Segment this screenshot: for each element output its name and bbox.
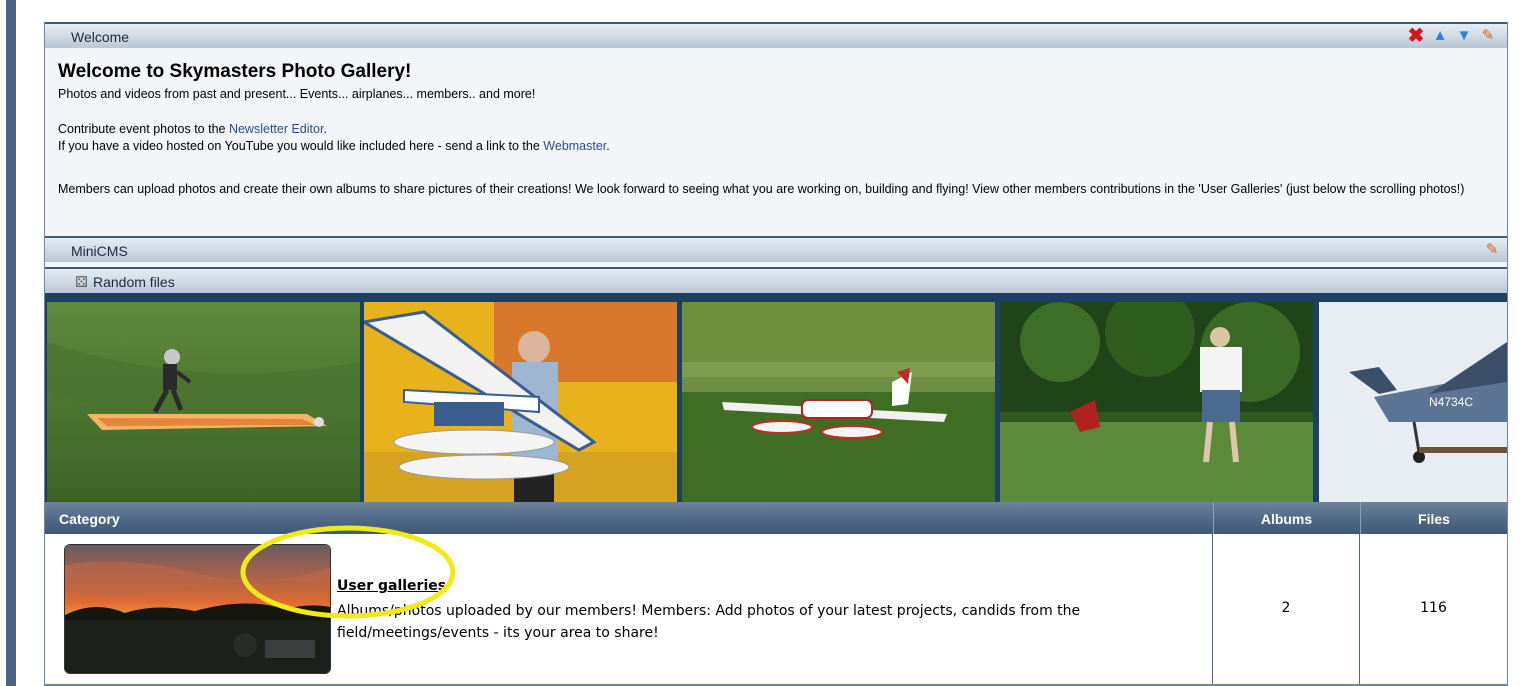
contribute-line: Contribute event photos to the Newslette… bbox=[58, 122, 327, 136]
welcome-tagline: Photos and videos from past and present.… bbox=[58, 87, 536, 101]
files-header: Files bbox=[1360, 502, 1507, 534]
files-count: 116 bbox=[1420, 600, 1447, 616]
edit-icon[interactable]: ✎ bbox=[1483, 241, 1501, 259]
video-suffix: . bbox=[606, 139, 610, 153]
minicms-bar-label: MiniCMS bbox=[71, 243, 128, 259]
welcome-tools: ✖ ▲ ▼ ✎ bbox=[1407, 26, 1497, 46]
close-icon[interactable]: ✖ bbox=[1407, 26, 1425, 46]
random-photo-strip: N4734C bbox=[45, 293, 1507, 502]
video-prefix: If you have a video hosted on YouTube yo… bbox=[58, 139, 544, 153]
members-text: Members can upload photos and create the… bbox=[58, 182, 1465, 196]
page-title: Welcome to Skymasters Photo Gallery! bbox=[58, 61, 412, 82]
top-line bbox=[0, 0, 1527, 8]
category-header: Category bbox=[59, 511, 120, 527]
move-down-icon[interactable]: ▼ bbox=[1455, 27, 1473, 45]
video-line: If you have a video hosted on YouTube yo… bbox=[58, 139, 610, 153]
minicms-bar: MiniCMS ✎ bbox=[45, 236, 1507, 262]
random-files-bar: ⚄ Random files bbox=[45, 267, 1507, 293]
sidebar-stripe bbox=[6, 0, 16, 686]
contribute-prefix: Contribute event photos to the bbox=[58, 122, 229, 136]
albums-count: 2 bbox=[1281, 600, 1291, 616]
left-sidebar-edge bbox=[0, 0, 18, 686]
random-photo-5[interactable]: N4734C bbox=[1319, 302, 1507, 502]
random-photo-1[interactable] bbox=[47, 302, 360, 502]
svg-text:N4734C: N4734C bbox=[1429, 395, 1473, 409]
random-photo-3[interactable] bbox=[682, 302, 995, 502]
user-galleries-description: Albums/photos uploaded by our members! M… bbox=[337, 603, 1081, 641]
welcome-bar: Welcome ✖ ▲ ▼ ✎ bbox=[45, 22, 1507, 48]
highlight-ellipse bbox=[240, 525, 456, 619]
random-photo-4[interactable] bbox=[1000, 302, 1313, 502]
newsletter-editor-link[interactable]: Newsletter Editor bbox=[229, 122, 323, 136]
webmaster-link[interactable]: Webmaster bbox=[543, 139, 606, 153]
welcome-body: Welcome to Skymasters Photo Gallery! Pho… bbox=[45, 48, 1507, 236]
random-photo-2[interactable] bbox=[364, 302, 677, 502]
edit-icon[interactable]: ✎ bbox=[1479, 27, 1497, 45]
welcome-bar-label: Welcome bbox=[71, 29, 130, 45]
random-dice-icon: ⚄ bbox=[75, 274, 89, 291]
contribute-suffix: . bbox=[323, 122, 327, 136]
move-up-icon[interactable]: ▲ bbox=[1431, 27, 1449, 45]
random-files-label: Random files bbox=[93, 274, 175, 290]
albums-header: Albums bbox=[1213, 502, 1359, 534]
